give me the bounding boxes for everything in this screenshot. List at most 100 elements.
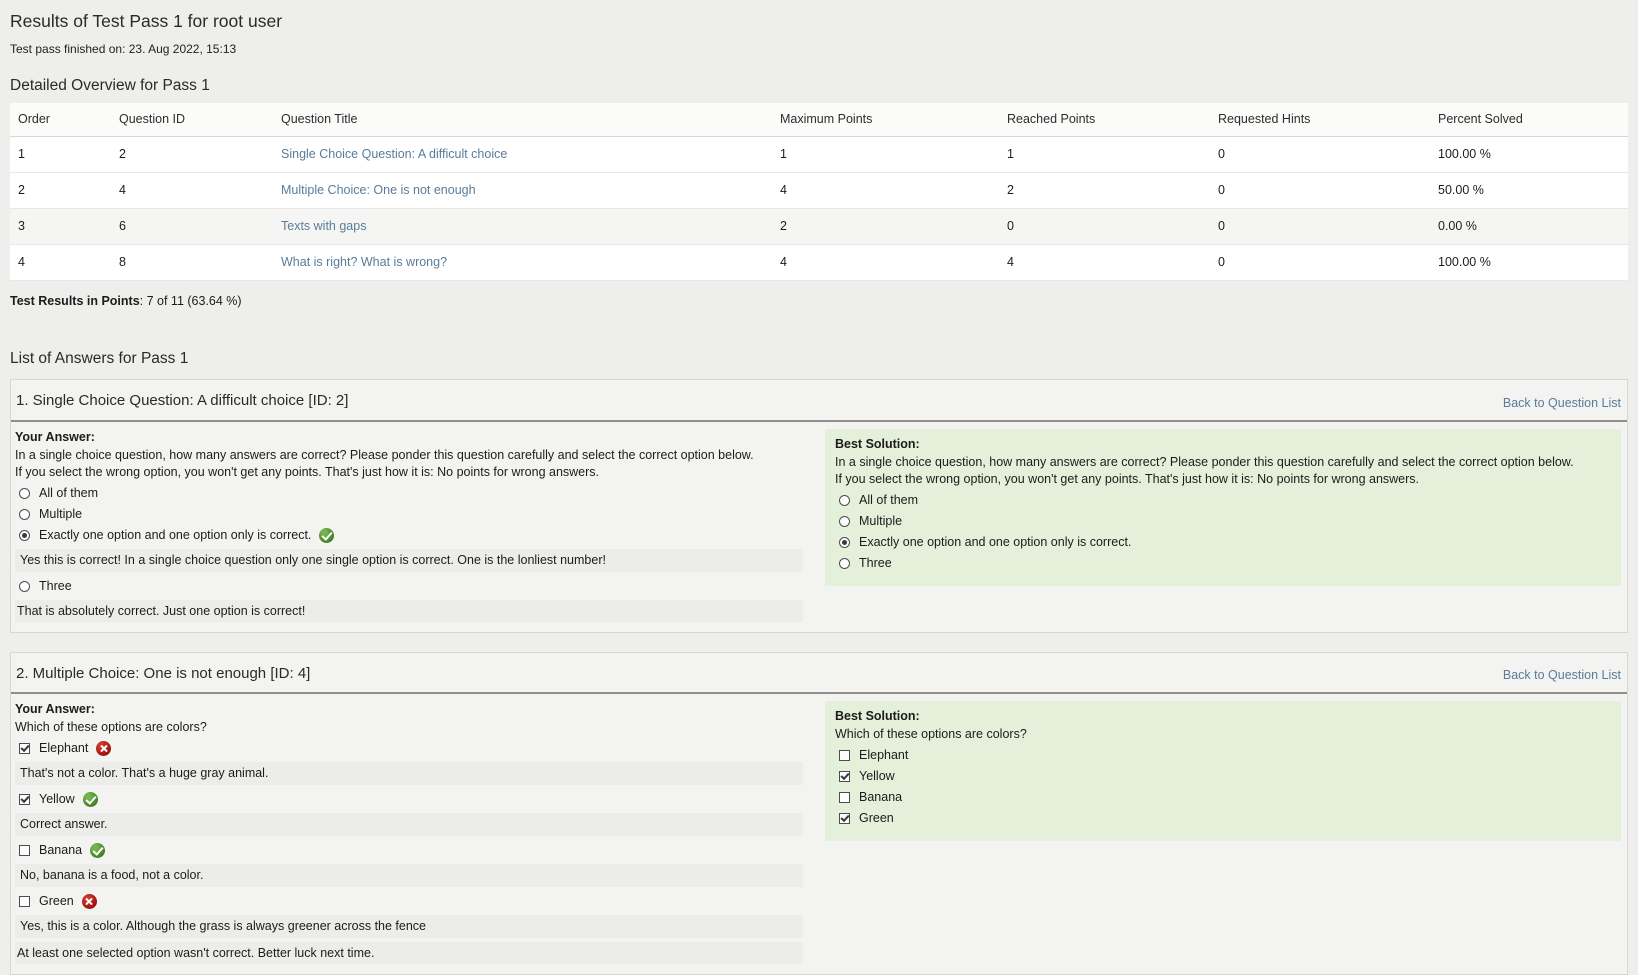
col-header-maximum-points: Maximum Points [772, 103, 999, 137]
option-label: All of them [39, 485, 98, 502]
cell-question-id: 2 [111, 137, 273, 173]
checkbox-checked-icon [839, 813, 850, 824]
cell-percent-solved: 0.00 % [1430, 209, 1628, 245]
option-label: Exactly one option and one option only i… [39, 527, 311, 544]
checkbox-checked-icon [19, 794, 30, 805]
cell-order: 1 [10, 137, 111, 173]
section-header: 1. Single Choice Question: A difficult c… [11, 380, 1627, 421]
cell-max-points: 1 [772, 137, 999, 173]
col-header-question-id: Question ID [111, 103, 273, 137]
col-header-requested-hints: Requested Hints [1210, 103, 1430, 137]
option-label: Three [39, 578, 72, 595]
test-results-label: Test Results in Points [10, 294, 140, 308]
back-to-question-list-link[interactable]: Back to Question List [1503, 667, 1621, 684]
option-row: Banana [835, 787, 1609, 808]
radio-unselected-icon [19, 509, 30, 520]
option-label: All of them [859, 492, 918, 509]
option-label: Yellow [39, 791, 75, 808]
option-label: Elephant [39, 740, 88, 757]
option-row: All of them [15, 483, 803, 504]
option-label: Elephant [859, 747, 908, 764]
option-label: Multiple [859, 513, 902, 530]
cell-requested-hints: 0 [1210, 173, 1430, 209]
cell-percent-solved: 50.00 % [1430, 173, 1628, 209]
option-feedback: That's not a color. That's a huge gray a… [15, 762, 803, 785]
cell-requested-hints: 0 [1210, 209, 1430, 245]
question-link[interactable]: Texts with gaps [281, 219, 366, 233]
option-row: Three [15, 576, 803, 597]
radio-selected-icon [839, 537, 850, 548]
wrong-icon [82, 894, 97, 909]
question-text: In a single choice question, how many an… [835, 454, 1609, 488]
best-solution-panel: Best Solution: In a single choice questi… [825, 429, 1621, 586]
option-row: Three [835, 553, 1609, 574]
option-row: Multiple [15, 504, 803, 525]
col-header-percent-solved: Percent Solved [1430, 103, 1628, 137]
option-feedback: Yes, this is a color. Although the grass… [15, 915, 803, 938]
section-title: 1. Single Choice Question: A difficult c… [16, 391, 348, 411]
cell-max-points: 4 [772, 245, 999, 281]
col-header-order: Order [10, 103, 111, 137]
question-link[interactable]: What is right? What is wrong? [281, 255, 447, 269]
option-row: Elephant [15, 738, 803, 759]
section-body: Your Answer: In a single choice question… [11, 422, 1627, 632]
your-answer-panel: Your Answer: In a single choice question… [15, 429, 815, 622]
option-feedback: Correct answer. [15, 813, 803, 836]
test-finished-timestamp: Test pass finished on: 23. Aug 2022, 15:… [10, 41, 1628, 57]
question-section-1: 1. Single Choice Question: A difficult c… [10, 379, 1628, 632]
best-solution-label: Best Solution: [835, 436, 1609, 453]
option-label: Exactly one option and one option only i… [859, 534, 1131, 551]
correct-icon [83, 792, 98, 807]
correct-icon [90, 843, 105, 858]
back-to-question-list-link[interactable]: Back to Question List [1503, 395, 1621, 412]
cell-reached-points: 0 [999, 209, 1210, 245]
radio-unselected-icon [19, 581, 30, 592]
question-text: Which of these options are colors? [835, 726, 1609, 743]
best-solution-panel: Best Solution: Which of these options ar… [825, 701, 1621, 841]
table-header-row: Order Question ID Question Title Maximum… [10, 103, 1628, 137]
overview-heading: Detailed Overview for Pass 1 [10, 75, 1628, 96]
option-row: Yellow [15, 789, 803, 810]
checkbox-unchecked-icon [19, 896, 30, 907]
option-label: Green [859, 810, 894, 827]
cell-order: 2 [10, 173, 111, 209]
radio-unselected-icon [839, 495, 850, 506]
option-label: Green [39, 893, 74, 910]
radio-unselected-icon [839, 558, 850, 569]
wrong-icon [96, 741, 111, 756]
option-row: Green [15, 891, 803, 912]
option-row: Yellow [835, 766, 1609, 787]
col-header-reached-points: Reached Points [999, 103, 1210, 137]
option-row: Multiple [835, 511, 1609, 532]
radio-unselected-icon [19, 488, 30, 499]
your-answer-panel: Your Answer: Which of these options are … [15, 701, 815, 964]
cell-percent-solved: 100.00 % [1430, 137, 1628, 173]
test-results-summary: Test Results in Points: 7 of 11 (63.64 %… [10, 293, 1628, 310]
section-body: Your Answer: Which of these options are … [11, 694, 1627, 974]
option-row: All of them [835, 490, 1609, 511]
radio-unselected-icon [839, 516, 850, 527]
question-link[interactable]: Single Choice Question: A difficult choi… [281, 147, 507, 161]
cell-order: 3 [10, 209, 111, 245]
question-link[interactable]: Multiple Choice: One is not enough [281, 183, 476, 197]
cell-reached-points: 1 [999, 137, 1210, 173]
overview-table: Order Question ID Question Title Maximum… [10, 103, 1628, 281]
your-answer-label: Your Answer: [15, 429, 803, 446]
option-label: Multiple [39, 506, 82, 523]
table-row: 1 2 Single Choice Question: A difficult … [10, 137, 1628, 173]
radio-selected-icon [19, 530, 30, 541]
checkbox-unchecked-icon [839, 750, 850, 761]
option-row: Exactly one option and one option only i… [15, 525, 803, 546]
question-text: Which of these options are colors? [15, 719, 803, 736]
option-row: Elephant [835, 745, 1609, 766]
option-label: Banana [859, 789, 902, 806]
cell-max-points: 2 [772, 209, 999, 245]
question-section-2: 2. Multiple Choice: One is not enough [I… [10, 652, 1628, 975]
table-row: 4 8 What is right? What is wrong? 4 4 0 … [10, 245, 1628, 281]
checkbox-unchecked-icon [839, 792, 850, 803]
checkbox-checked-icon [839, 771, 850, 782]
option-row: Exactly one option and one option only i… [835, 532, 1609, 553]
your-answer-label: Your Answer: [15, 701, 803, 718]
cell-reached-points: 4 [999, 245, 1210, 281]
section-header: 2. Multiple Choice: One is not enough [I… [11, 653, 1627, 694]
